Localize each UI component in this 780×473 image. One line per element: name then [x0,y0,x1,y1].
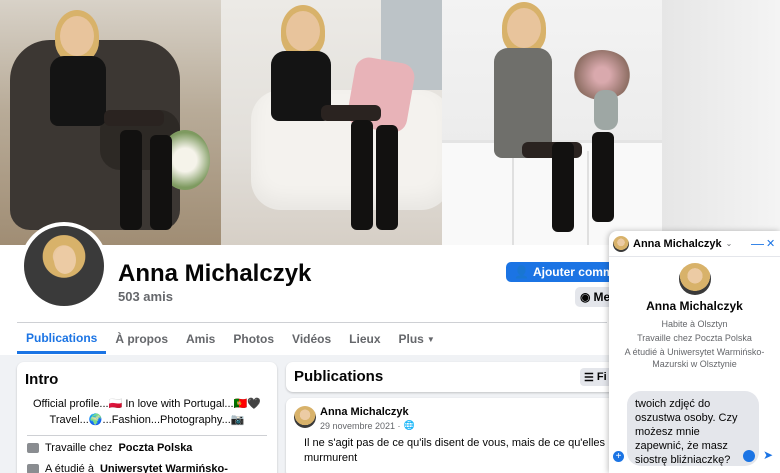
tab-more[interactable]: Plus ▼ [390,324,444,354]
tab-label: Lieux [349,332,381,346]
chat-message-bubble: twoich zdjęć do oszustwa osoby. Czy może… [627,391,759,466]
tab-photos[interactable]: Photos [224,324,283,354]
bio-divider [27,435,267,436]
add-friend-icon: 👤 [514,265,529,279]
tab-label: Vidéos [292,332,332,346]
chat-works: Travaille chez Poczta Polska [637,333,752,343]
intro-card: Intro Official profile...🇵🇱 In love with… [17,362,277,473]
tab-label: Plus [398,332,424,346]
tab-label: Publications [26,330,98,345]
emoji-icon[interactable] [743,450,755,462]
tab-friends[interactable]: Amis [177,324,224,354]
filter-icon: ☰ [584,371,594,384]
friends-count[interactable]: 503 amis [118,289,173,304]
cover-photo-1 [0,0,221,245]
tab-places[interactable]: Lieux [340,324,389,354]
filters-label: Fi [596,371,607,383]
caret-down-icon: ▼ [426,334,435,344]
send-icon[interactable]: ➤ [763,448,773,462]
chat-header-avatar [613,235,629,252]
chat-window: Anna Michalczyk ⌄ — ✕ Anna Michalczyk Ha… [609,231,780,473]
chat-studied: A étudié à Uniwersytet Warmińsko-Mazursk… [624,347,765,369]
header-divider [17,322,607,323]
intro-bio: Official profile...🇵🇱 In love with Portu… [27,396,267,428]
chat-contact-name: Anna Michalczyk [646,299,743,313]
publications-title: Publications [294,368,384,385]
tab-videos[interactable]: Vidéos [283,324,340,354]
study-prefix: A étudié à [45,463,94,473]
messenger-icon: ◉ [580,290,591,304]
cover-photo-4 [662,0,780,245]
intro-education: A étudié à Uniwersytet Warmińsko- [27,463,228,473]
bio-line: Official profile...🇵🇱 In love with Portu… [33,398,261,410]
cover-photo-2 [221,0,442,245]
post-author-avatar[interactable] [294,406,316,428]
globe-icon: 🌐 [403,420,415,430]
chat-contact-avatar [679,263,711,295]
chat-header-name[interactable]: Anna Michalczyk [633,238,722,250]
study-place-link[interactable]: Uniwersytet Warmińsko- [100,463,228,473]
cover-photo[interactable] [0,0,780,245]
tab-label: À propos [115,332,169,346]
intro-work: Travaille chez Poczta Polska [27,442,192,454]
profile-avatar[interactable] [20,222,108,310]
chat-lives: Habite à Olsztyn [661,319,728,329]
tab-publications[interactable]: Publications [17,324,107,354]
post-date[interactable]: 29 novembre 2021 · [320,421,401,431]
profile-tabs: Publications À propos Amis Photos Vidéos… [17,324,444,354]
tab-label: Photos [233,332,275,346]
post-author[interactable]: Anna Michalczyk [320,406,409,418]
briefcase-icon [27,443,39,453]
close-icon[interactable]: ✕ [766,237,775,250]
work-place-link[interactable]: Poczta Polska [118,442,192,454]
post-card: Anna Michalczyk 29 novembre 2021 · 🌐 Il … [286,398,616,473]
bio-line: Travel...🌍...Fashion...Photography...📷 [49,414,245,426]
post-meta: 29 novembre 2021 · 🌐 [320,420,415,431]
chevron-down-icon[interactable]: ⌄ [726,239,733,248]
intro-title: Intro [25,371,59,388]
work-prefix: Travaille chez [45,442,113,454]
minimize-icon[interactable]: — [751,236,764,251]
cover-photo-3 [442,0,662,245]
tab-label: Amis [186,332,216,346]
add-friend-label: Ajouter comme ami [532,265,616,279]
publications-header: Publications ☰ Fi [286,362,620,392]
plus-icon[interactable]: + [613,451,624,462]
tab-about[interactable]: À propos [106,324,177,354]
chat-header[interactable]: Anna Michalczyk ⌄ — ✕ [609,231,780,257]
vase [594,90,618,130]
graduation-cap-icon [27,464,39,473]
add-friend-button[interactable]: 👤 Ajouter comme ami [506,262,616,282]
profile-name: Anna Michalczyk [118,260,312,287]
avatar-face [54,246,76,274]
post-text: Il ne s'agit pas de ce qu'ils disent de … [304,437,606,464]
